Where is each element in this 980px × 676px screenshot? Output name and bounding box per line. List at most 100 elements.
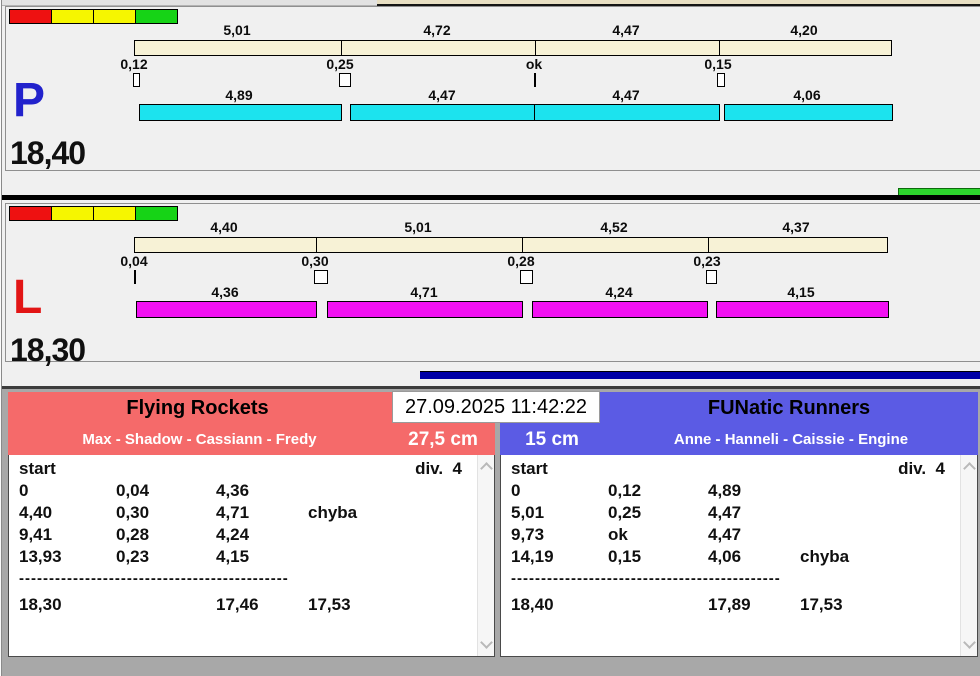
- result-cell: [308, 546, 494, 568]
- result-cell: 0: [19, 481, 29, 500]
- result-row: 0 0,12 4,89: [501, 480, 977, 502]
- table-header-row: start div. 4: [9, 458, 494, 480]
- results-table: start div. 4 0 0,04 4,36 4,40 0,30 4,71 chyba 9…: [8, 455, 495, 657]
- lane-panel-l: L 18,30 4,40 5,01 4,52 4,37 0,04 0,30 0,28 0,23…: [5, 203, 980, 368]
- result-cell: 0,15: [608, 547, 642, 566]
- exchange-mark-tick: [534, 73, 536, 87]
- exchange-time-label: 0,04: [120, 253, 148, 269]
- scroll-up-icon[interactable]: [963, 462, 976, 475]
- split-bar: [134, 40, 892, 56]
- totals-row: 18,30 17,46 17,53: [9, 594, 494, 616]
- result-row: 9,73 ok 4,47: [501, 524, 977, 546]
- result-cell: 0,04: [116, 481, 150, 500]
- totals-separator: ----------------------------------------…: [19, 570, 289, 587]
- table-rows: 0 0,12 4,89 5,01 0,25 4,47 9,73 ok 4,47 14,19 0,15…: [501, 480, 977, 616]
- datetime-display: 27.09.2025 11:42:22: [392, 391, 600, 423]
- total-cell: 18,40: [511, 595, 554, 614]
- handicap-label: 15 cm: [525, 428, 579, 450]
- leg-time-label: 4,36: [211, 284, 239, 300]
- bar-divider: [719, 41, 720, 55]
- table-header-row: start div. 4: [501, 458, 977, 480]
- result-cell: ok: [608, 525, 628, 544]
- exchange-time-label: 0,28: [507, 253, 535, 269]
- total-cell: 17,53: [308, 595, 351, 614]
- exchange-mark-box: [706, 270, 717, 284]
- leg-time-label: 4,06: [793, 87, 821, 103]
- totals-row: 18,40 17,89 17,53: [501, 594, 977, 616]
- result-cell: 4,47: [708, 525, 742, 544]
- leg-bar-segment: [327, 301, 523, 318]
- division-label: div. 4: [898, 459, 945, 478]
- split-time-label: 4,20: [790, 22, 818, 38]
- exchange-mark-tick: [134, 270, 136, 284]
- exchange-time-label: 0,12: [120, 56, 148, 72]
- leg-bar-segment: [532, 301, 708, 318]
- result-cell: chyba: [800, 547, 850, 566]
- total-cell: 17,53: [800, 595, 843, 614]
- split-time-label: 4,47: [612, 22, 640, 38]
- division-label: div. 4: [415, 459, 462, 478]
- result-cell: 0,30: [116, 503, 150, 522]
- scroll-up-icon[interactable]: [480, 462, 493, 475]
- split-time-label: 4,52: [600, 219, 628, 235]
- exchange-time-label: 0,25: [326, 56, 354, 72]
- team-name: FUNatic Runners: [707, 396, 871, 419]
- scroll-down-icon[interactable]: [963, 636, 976, 649]
- result-cell: [800, 480, 977, 502]
- handicap-label: 27,5 cm: [408, 428, 478, 450]
- lane-split-bars: 4,40 5,01 4,52 4,37 0,04 0,30 0,28 0,23 4,36 4,71…: [6, 204, 980, 361]
- total-cell: 17,89: [708, 595, 751, 614]
- blue-progress-bar: [420, 371, 980, 379]
- result-cell: 4,40: [19, 503, 53, 522]
- total-cell: 18,30: [19, 595, 62, 614]
- result-cell: [800, 524, 977, 546]
- lane-panel-p: P 18,40 5,01 4,72 4,47 4,20 0,12 0,25 ok 0,15 4,…: [5, 6, 980, 171]
- result-row: 14,19 0,15 4,06 chyba: [501, 546, 977, 568]
- leg-bar-segment: [716, 301, 889, 318]
- result-cell: 4,24: [216, 525, 250, 544]
- exchange-mark-box: [314, 270, 328, 284]
- results-table: start div. 4 0 0,12 4,89 5,01 0,25 4,47 9,73 ok…: [500, 455, 978, 657]
- total-cell: [116, 594, 216, 616]
- result-cell: 0: [511, 481, 521, 500]
- leg-time-label: 4,71: [410, 284, 438, 300]
- team-members: Anne - Hanneli - Caissie - Engine: [673, 431, 909, 448]
- bar-divider: [522, 238, 523, 252]
- result-cell: 14,19: [511, 547, 554, 566]
- result-cell: 4,36: [216, 481, 250, 500]
- result-cell: 4,71: [216, 503, 250, 522]
- exchange-time-label: 0,15: [704, 56, 732, 72]
- result-cell: 4,06: [708, 547, 742, 566]
- result-cell: 0,23: [116, 547, 150, 566]
- scroll-down-icon[interactable]: [480, 636, 493, 649]
- bar-divider: [316, 238, 317, 252]
- leg-bar-segment: [139, 104, 342, 121]
- leg-bar-segment: [350, 104, 536, 121]
- team-panel-right: FUNatic Runners 15 cm Anne - Hanneli - C…: [500, 392, 978, 657]
- exchange-mark-box: [717, 73, 725, 87]
- exchange-time-label: 0,30: [301, 253, 329, 269]
- result-cell: 4,47: [708, 503, 742, 522]
- leg-time-label: 4,47: [428, 87, 456, 103]
- split-time-label: 5,01: [404, 219, 432, 235]
- result-cell: [308, 480, 494, 502]
- lane-split-bars: 5,01 4,72 4,47 4,20 0,12 0,25 ok 0,15 4,89 4,47 4,…: [6, 7, 980, 170]
- result-cell: 9,73: [511, 525, 545, 544]
- team-subheader: 15 cm Anne - Hanneli - Caissie - Engine: [500, 424, 978, 455]
- results-section: Flying Rockets Max - Shadow - Cassiann -…: [0, 386, 980, 676]
- result-cell: chyba: [308, 503, 358, 522]
- result-row: 5,01 0,25 4,47: [501, 502, 977, 524]
- window-left-edge-line: [1, 0, 2, 676]
- result-cell: 9,41: [19, 525, 53, 544]
- bar-divider: [535, 41, 536, 55]
- totals-separator: ----------------------------------------…: [511, 570, 781, 587]
- start-label: start: [19, 459, 56, 478]
- leg-bar-segment: [534, 104, 720, 121]
- result-cell: 13,93: [19, 547, 62, 566]
- total-cell: [608, 594, 708, 616]
- table-scrollbar[interactable]: [960, 455, 977, 656]
- result-row: 0 0,04 4,36: [9, 480, 494, 502]
- exchange-time-label: ok: [525, 56, 543, 72]
- table-scrollbar[interactable]: [477, 455, 494, 656]
- team-members: Max - Shadow - Cassiann - Fredy: [82, 431, 317, 448]
